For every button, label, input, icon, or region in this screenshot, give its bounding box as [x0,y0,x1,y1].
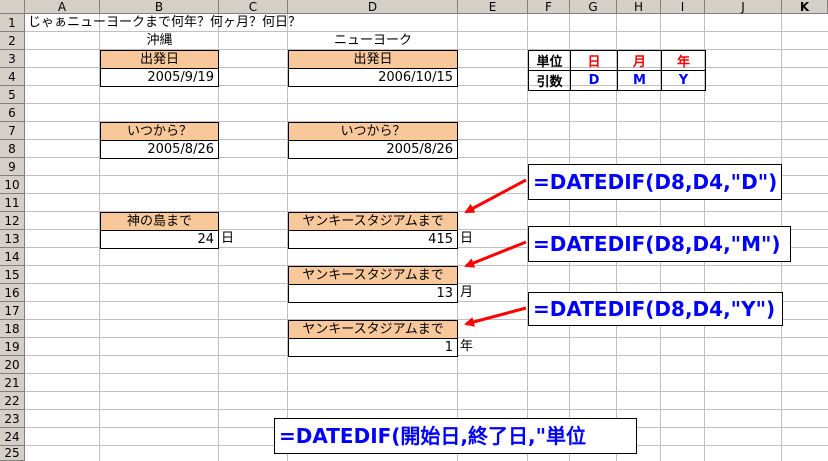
arrow-to-months-icon [464,240,527,268]
arrow-to-years-icon [464,306,527,327]
callout-arrows [464,178,527,327]
spreadsheet: A B C D E F G H I J K 1 2 3 4 5 6 7 8 9 … [0,0,828,461]
arrow-to-days-icon [464,178,527,214]
